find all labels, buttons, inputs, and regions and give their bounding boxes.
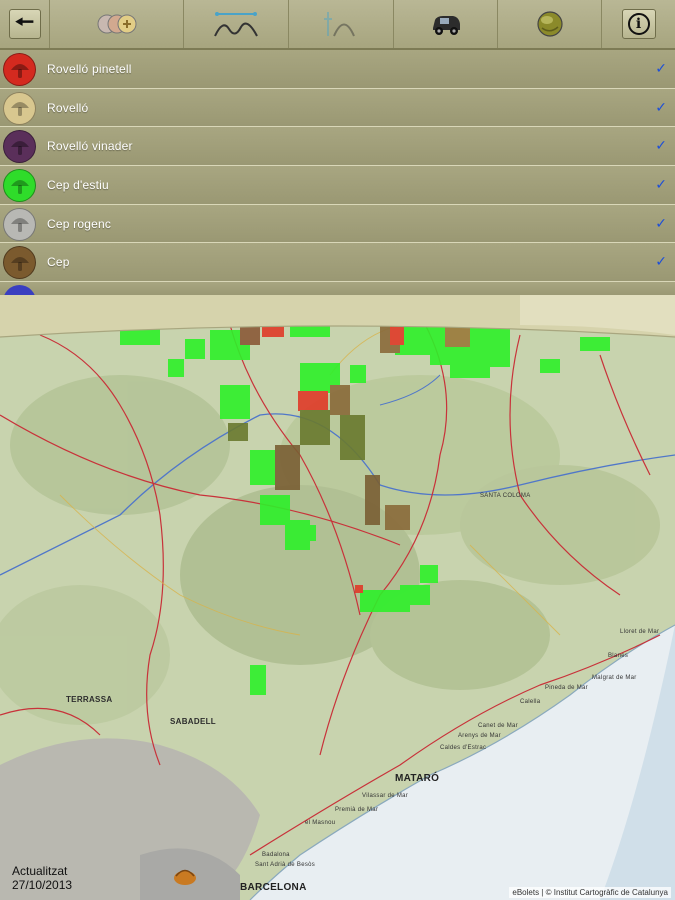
back-cell: 🠔: [0, 0, 50, 48]
map-credits: eBolets | © Institut Cartogràfic de Cata…: [509, 887, 671, 898]
map-view[interactable]: BARCELONA MATARÓ SABADELL TERRASSA Badal…: [0, 295, 675, 900]
species-list: Rovelló pinetell ✓ Rovelló ✓ Rovelló vin…: [0, 50, 675, 295]
place-label: Badalona: [262, 852, 290, 858]
mushroom-badge-icon: [3, 285, 36, 295]
mushroom-icon: [10, 179, 29, 194]
species-coins-icon: [97, 14, 136, 34]
place-label: TERRASSA: [66, 695, 113, 704]
back-button[interactable]: 🠔: [8, 9, 41, 39]
mushroom-icon: [10, 256, 29, 271]
info-cell: i: [602, 0, 675, 48]
species-label: Cep: [47, 255, 70, 270]
species-row-rovello-vinader[interactable]: Rovelló vinader ✓: [0, 127, 675, 167]
mushroom-icon: [10, 102, 29, 117]
species-row-partial[interactable]: [0, 282, 675, 295]
species-row-cep-rogenc[interactable]: Cep rogenc ✓: [0, 204, 675, 244]
species-filter-button[interactable]: [50, 0, 184, 48]
updated-date: 27/10/2013: [12, 878, 73, 892]
species-row-cep[interactable]: Cep ✓: [0, 243, 675, 283]
check-icon[interactable]: ✓: [655, 215, 667, 232]
place-label: Premià de Mar: [335, 807, 379, 813]
last-updated: Actualitzat 27/10/2013: [12, 864, 72, 892]
place-label: Pineda de Mar: [545, 685, 588, 691]
check-icon[interactable]: ✓: [655, 253, 667, 270]
place-label: Calella: [520, 699, 541, 705]
updated-label: Actualitzat: [12, 864, 68, 878]
mushroom-icon: [10, 140, 29, 155]
place-label: Arenys de Mar: [458, 733, 501, 739]
mushroom-badge-icon: [3, 53, 36, 86]
mushroom-icon: [10, 63, 29, 78]
species-row-rovello-pinetell[interactable]: Rovelló pinetell ✓: [0, 50, 675, 89]
mushroom-icon: [10, 218, 29, 233]
check-icon[interactable]: ✓: [655, 60, 667, 77]
mushroom-badge-icon: [3, 91, 36, 125]
place-label: Caldes d'Estrac: [440, 745, 487, 751]
place-label: Lloret de Mar: [620, 629, 660, 635]
globe-layer-icon: [536, 11, 563, 37]
info-icon: i: [627, 13, 650, 35]
species-label: Rovelló pinetell: [47, 62, 132, 76]
place-label: BARCELONA: [240, 882, 307, 893]
species-label: Rovelló vinader: [47, 139, 133, 154]
mushroom-badge-icon: [3, 207, 36, 241]
species-row-rovello[interactable]: Rovelló ✓: [0, 88, 675, 128]
mushroom-badge-icon: [3, 246, 36, 280]
check-icon[interactable]: ✓: [655, 176, 667, 193]
vehicle-button[interactable]: [394, 0, 498, 48]
mushroom-badge-icon: [3, 130, 36, 164]
check-icon[interactable]: ✓: [655, 137, 667, 154]
altitude-profile-button[interactable]: [289, 0, 394, 48]
place-label: Canet de Mar: [478, 723, 518, 729]
place-label: Sant Adrià de Besòs: [255, 862, 316, 868]
terrain-profile-icon: [214, 12, 258, 37]
place-label: Blanes: [608, 653, 629, 659]
species-label: Rovelló: [47, 100, 89, 115]
info-button[interactable]: i: [621, 9, 656, 39]
species-row-cep-estiu[interactable]: Cep d'estiu ✓: [0, 166, 675, 205]
vehicle-icon: [432, 16, 460, 35]
place-label: SABADELL: [170, 717, 216, 726]
place-label: MATARÓ: [395, 773, 440, 784]
place-label: SANTA COLOMA: [480, 493, 531, 499]
terrain-profile-button[interactable]: [184, 0, 289, 48]
mushroom-badge-icon: [3, 169, 36, 203]
place-label: Malgrat de Mar: [592, 675, 637, 681]
check-icon[interactable]: ✓: [655, 99, 667, 116]
arrow-left-icon: 🠔: [14, 9, 35, 34]
species-label: Cep rogenc: [47, 216, 112, 231]
map-layer-button[interactable]: [498, 0, 602, 48]
species-label: Cep d'estiu: [47, 178, 109, 193]
place-label: el Masnou: [305, 820, 336, 826]
altitude-profile-icon: [324, 12, 355, 37]
toolbar: 🠔 i: [0, 0, 675, 50]
place-label: Vilassar de Mar: [362, 793, 409, 799]
